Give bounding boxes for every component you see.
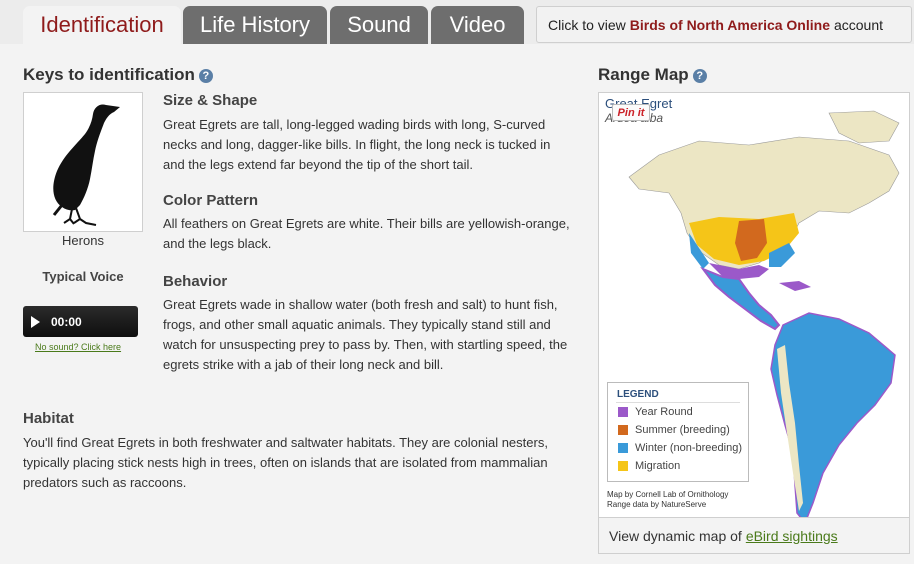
- size-shape-title: Size & Shape: [163, 92, 258, 109]
- legend-swatch: [618, 443, 628, 453]
- help-icon[interactable]: ?: [692, 68, 707, 83]
- identification-panel: Keys to identification? Herons Typical V…: [0, 44, 914, 564]
- ebird-map-box: View dynamic map of eBird sightings: [598, 517, 910, 554]
- legend-label: Summer (breeding): [635, 424, 730, 436]
- legend-swatch: [618, 407, 628, 417]
- legend-item-year-round: Year Round: [608, 403, 748, 421]
- bird-group-label: Herons: [62, 233, 104, 248]
- bna-link-text[interactable]: Birds of North America Online: [630, 17, 830, 33]
- play-icon[interactable]: [31, 315, 40, 328]
- bird-silhouette: [23, 92, 143, 232]
- legend-swatch: [618, 461, 628, 471]
- keys-title: Keys to identification: [23, 65, 195, 84]
- legend-label: Migration: [635, 460, 681, 472]
- legend-title: LEGEND: [617, 389, 659, 400]
- legend-swatch: [618, 425, 628, 435]
- tab-video[interactable]: Video: [431, 6, 524, 44]
- behavior-text: Great Egrets wade in shallow water (both…: [163, 297, 568, 372]
- bna-account-link[interactable]: Click to view Birds of North America Onl…: [536, 6, 912, 43]
- ebird-prefix: View dynamic map of: [609, 527, 742, 544]
- greenland-land: [828, 110, 900, 144]
- no-sound-link[interactable]: No sound? Click here: [35, 342, 121, 352]
- range-map-heading: Range Map?: [598, 65, 707, 85]
- heron-silhouette-icon: [52, 104, 120, 226]
- tab-identification[interactable]: Identification: [23, 6, 181, 44]
- range-map-graphic: [628, 110, 900, 525]
- legend-item-summer: Summer (breeding): [608, 421, 748, 439]
- range-map[interactable]: Great Egret Ardea alba Pin it LEGEND Yea…: [598, 92, 910, 554]
- help-icon[interactable]: ?: [198, 68, 213, 83]
- map-credit: Map by Cornell Lab of Ornithology Range …: [607, 490, 728, 510]
- typical-voice-title: Typical Voice: [42, 269, 124, 284]
- tab-sound[interactable]: Sound: [330, 6, 428, 44]
- range-map-title: Range Map: [598, 65, 689, 84]
- map-credit-line: Range data by NatureServe: [607, 500, 707, 509]
- behavior-title: Behavior: [163, 273, 228, 290]
- bna-prefix: Click to view: [548, 16, 626, 33]
- keys-heading: Keys to identification?: [23, 65, 213, 85]
- map-legend: LEGEND Year Round Summer (breeding) Wint…: [607, 382, 749, 482]
- tab-life-history[interactable]: Life History: [183, 6, 327, 44]
- ebird-sightings-link[interactable]: eBird sightings: [746, 528, 838, 544]
- habitat-text: You'll find Great Egrets in both freshwa…: [23, 435, 548, 490]
- player-time: 00:00: [51, 314, 82, 329]
- legend-item-winter: Winter (non-breeding): [608, 439, 748, 457]
- map-credit-line: Map by Cornell Lab of Ornithology: [607, 490, 729, 499]
- color-pattern-title: Color Pattern: [163, 192, 259, 209]
- legend-item-migration: Migration: [608, 457, 748, 475]
- color-pattern-text: All feathers on Great Egrets are white. …: [163, 216, 570, 251]
- caribbean-islands: [779, 281, 811, 291]
- legend-label: Year Round: [635, 406, 693, 418]
- tab-bar: Identification Life History Sound Video …: [0, 0, 914, 44]
- audio-player[interactable]: 00:00: [23, 306, 138, 337]
- size-shape-text: Great Egrets are tall, long-legged wadin…: [163, 117, 551, 172]
- legend-label: Winter (non-breeding): [635, 442, 742, 454]
- habitat-title: Habitat: [23, 410, 74, 427]
- bna-suffix: account: [833, 16, 884, 33]
- pin-it-button[interactable]: Pin it: [612, 104, 650, 121]
